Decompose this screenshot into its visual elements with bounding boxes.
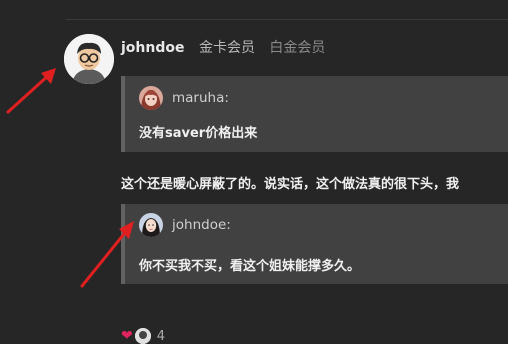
- post-username[interactable]: johndoe: [121, 40, 185, 56]
- post-header: johndoe 金卡会员 白金会员: [121, 37, 325, 57]
- quote-avatar-maruha[interactable]: [139, 86, 163, 110]
- reaction-avatar: [134, 328, 151, 344]
- reaction-count: 4: [156, 328, 166, 344]
- quote-header: johndoe:: [139, 213, 231, 237]
- quote-username[interactable]: johndoe:: [172, 217, 231, 233]
- top-divider: [66, 19, 508, 20]
- quote-username[interactable]: maruha:: [172, 90, 229, 106]
- quote-header: maruha:: [139, 86, 229, 110]
- badge-platinum-member: 白金会员: [269, 40, 326, 56]
- post-body-text: 这个还是暖心屏蔽了的。说实话，这个做法真的很下头，我: [121, 177, 460, 192]
- badge-gold-member: 金卡会员: [198, 40, 255, 56]
- annotation-arrow-1: [6, 72, 52, 114]
- quote-block-maruha: maruha: 没有saver价格出来: [121, 76, 508, 152]
- user-avatar[interactable]: [64, 34, 114, 84]
- reactions-bar[interactable]: ❤ 4: [121, 328, 165, 344]
- quote-block-johndoe: johndoe: 你不买我不买，看这个姐妹能撑多久。: [121, 204, 508, 284]
- quote-text: 没有saver价格出来: [139, 126, 258, 141]
- quote-text: 你不买我不买，看这个姐妹能撑多久。: [139, 259, 361, 274]
- quote-avatar-johndoe[interactable]: [139, 213, 163, 237]
- annotation-arrowhead-1: [41, 68, 56, 84]
- heart-icon[interactable]: ❤: [121, 328, 133, 344]
